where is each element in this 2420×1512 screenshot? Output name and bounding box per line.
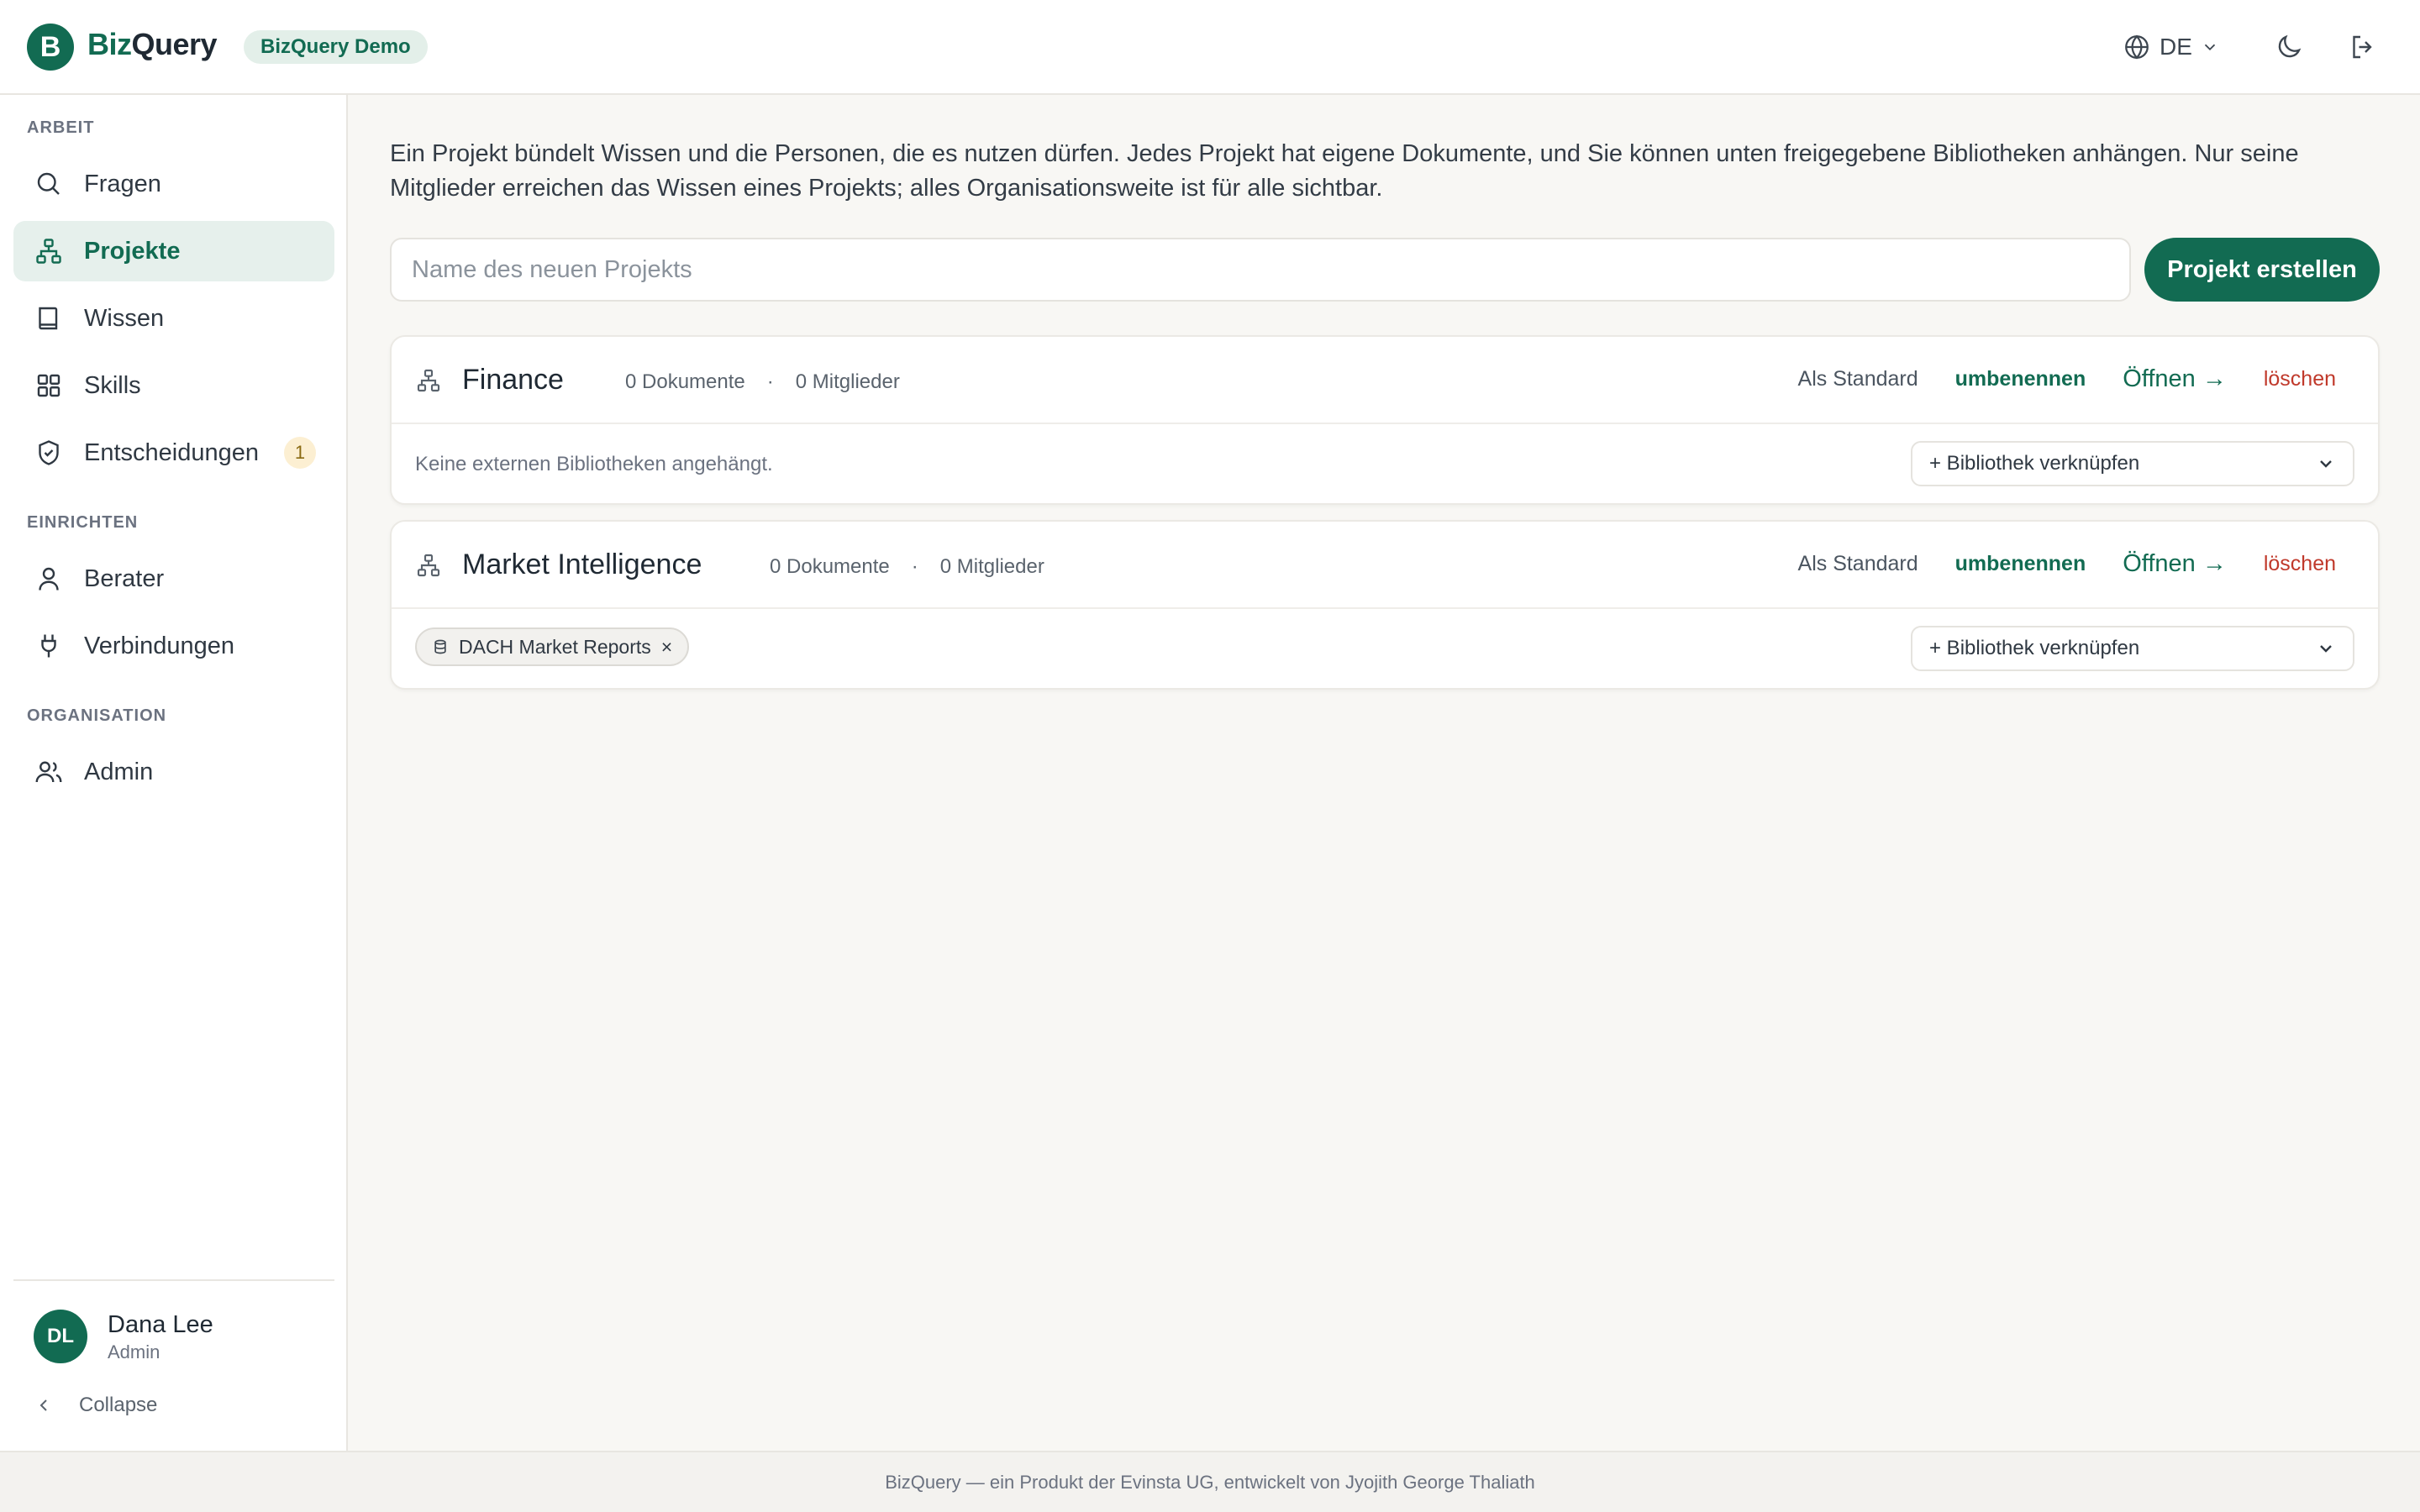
project-icon: [417, 554, 440, 577]
dark-mode-button[interactable]: [2269, 27, 2309, 67]
collapse-sidebar-button[interactable]: Collapse: [34, 1394, 157, 1417]
sidebar-item-label: Entscheidungen: [84, 438, 259, 466]
sidebar-item-label: Wissen: [84, 304, 165, 332]
link-library-label: + Bibliothek verknüpfen: [1929, 637, 2140, 659]
rename-button[interactable]: umbenennen: [1955, 552, 2086, 576]
footer: BizQuery — ein Produkt der Evinsta UG, e…: [0, 1451, 2420, 1512]
user-role: Admin: [108, 1341, 160, 1362]
sidebar-item-berater[interactable]: Berater: [13, 549, 334, 609]
project-actions: Als Standard umbenennen Öffnen → löschen: [1798, 550, 2336, 578]
brand-name-part2: Query: [131, 27, 218, 61]
project-title: Market Intelligence: [462, 549, 702, 580]
chevron-down-icon: [2204, 44, 2216, 51]
chevron-down-icon: [2320, 645, 2332, 653]
delete-button[interactable]: löschen: [2264, 367, 2336, 391]
project-meta: 0 Dokumente · 0 Mitglieder: [770, 555, 1044, 579]
member-count: 0 Mitglieder: [939, 555, 1044, 578]
section-label-org: ORGANISATION: [27, 706, 167, 725]
moon-icon: [2278, 34, 2302, 58]
sidebar-item-fragen[interactable]: Fragen: [13, 154, 334, 214]
sidebar-item-skills[interactable]: Skills: [13, 355, 334, 416]
meta-separator: ·: [766, 370, 774, 393]
project-icon: [36, 239, 61, 264]
project-card-finance: Finance 0 Dokumente · 0 Mitglieder Als S…: [390, 335, 2380, 505]
plug-icon: [41, 634, 56, 658]
chevron-down-icon: [2320, 460, 2332, 468]
sidebar-divider: [13, 1279, 334, 1281]
open-project-button[interactable]: Öffnen →: [2123, 550, 2227, 578]
user-name: Dana Lee: [108, 1311, 213, 1338]
document-count: 0 Dokumente: [625, 370, 745, 393]
sidebar-item-label: Verbindungen: [84, 632, 234, 659]
collapse-label: Collapse: [79, 1394, 158, 1416]
remove-library-button[interactable]: ×: [661, 636, 672, 659]
logout-button[interactable]: [2343, 27, 2383, 67]
set-default-button[interactable]: Als Standard: [1798, 552, 1918, 576]
chevron-left-icon: [39, 1399, 47, 1411]
sidebar-item-label: Berater: [84, 564, 165, 592]
sidebar-item-entscheidungen[interactable]: Entscheidungen 1: [13, 423, 334, 483]
globe-icon: [2125, 34, 2149, 60]
user-icon: [39, 567, 59, 591]
set-default-button[interactable]: Als Standard: [1798, 367, 1918, 391]
link-library-select[interactable]: + Bibliothek verknüpfen: [1911, 441, 2354, 486]
sidebar-item-label: Skills: [84, 371, 141, 399]
sidebar-item-label: Admin: [84, 758, 154, 785]
logout-icon: [2353, 35, 2372, 59]
main-content: Ein Projekt bündelt Wissen und die Perso…: [350, 95, 2420, 1451]
project-card-header: Market Intelligence 0 Dokumente · 0 Mitg…: [392, 522, 2378, 609]
decisions-count-badge: 1: [284, 437, 316, 469]
new-project-name-input[interactable]: [390, 238, 2131, 302]
library-chip-label: DACH Market Reports: [459, 635, 651, 658]
demo-badge: BizQuery Demo: [244, 30, 428, 64]
avatar[interactable]: DL: [34, 1310, 87, 1363]
link-library-select[interactable]: + Bibliothek verknüpfen: [1911, 626, 2354, 671]
sidebar-item-label: Fragen: [84, 170, 161, 197]
member-count: 0 Mitglieder: [795, 370, 900, 393]
section-label-setup: EINRICHTEN: [27, 513, 139, 532]
brand-name-part1: Biz: [87, 27, 132, 61]
library-chip: DACH Market Reports ×: [415, 627, 690, 666]
project-libraries: DACH Market Reports × + Bibliothek verkn…: [392, 609, 2378, 690]
database-icon: [434, 639, 446, 654]
open-project-button[interactable]: Öffnen →: [2123, 365, 2227, 393]
language-label: DE: [2160, 34, 2192, 60]
document-count: 0 Dokumente: [770, 555, 890, 578]
footer-text: BizQuery — ein Produkt der Evinsta UG, e…: [885, 1471, 1535, 1493]
project-actions: Als Standard umbenennen Öffnen → löschen: [1798, 365, 2336, 393]
sidebar-item-label: Projekte: [84, 237, 181, 265]
brand-name: BizQuery: [87, 27, 218, 62]
project-icon: [417, 369, 440, 392]
no-libraries-text: Keine externen Bibliotheken angehängt.: [415, 453, 773, 475]
language-selector[interactable]: DE: [2123, 29, 2219, 66]
sidebar: ARBEIT Fragen Projekte Wissen Skills Ent…: [0, 95, 348, 1451]
project-title: Finance: [462, 364, 564, 396]
page-description: Ein Projekt bündelt Wissen und die Perso…: [390, 140, 2299, 202]
sidebar-item-admin[interactable]: Admin: [13, 742, 334, 802]
sidebar-item-verbindungen[interactable]: Verbindungen: [13, 616, 334, 676]
link-library-label: + Bibliothek verknüpfen: [1929, 452, 2140, 475]
delete-button[interactable]: löschen: [2264, 552, 2336, 576]
users-icon: [35, 761, 62, 783]
project-card-header: Finance 0 Dokumente · 0 Mitglieder Als S…: [392, 337, 2378, 424]
shield-check-icon: [39, 440, 59, 465]
book-icon: [39, 307, 58, 330]
project-libraries: Keine externen Bibliotheken angehängt. +…: [392, 424, 2378, 505]
create-project-button[interactable]: Projekt erstellen: [2144, 238, 2380, 302]
project-card-market-intelligence: Market Intelligence 0 Dokumente · 0 Mitg…: [390, 520, 2380, 690]
search-icon: [37, 172, 60, 195]
logo-icon: B: [27, 24, 74, 71]
rename-button[interactable]: umbenennen: [1955, 367, 2086, 391]
sidebar-item-projekte[interactable]: Projekte: [13, 221, 334, 281]
top-bar: B BizQuery BizQuery Demo DE: [0, 0, 2420, 95]
grid-icon: [37, 374, 60, 397]
project-meta: 0 Dokumente · 0 Mitglieder: [625, 370, 900, 394]
meta-separator: ·: [911, 555, 918, 578]
section-label-work: ARBEIT: [27, 118, 95, 137]
sidebar-item-wissen[interactable]: Wissen: [13, 288, 334, 349]
